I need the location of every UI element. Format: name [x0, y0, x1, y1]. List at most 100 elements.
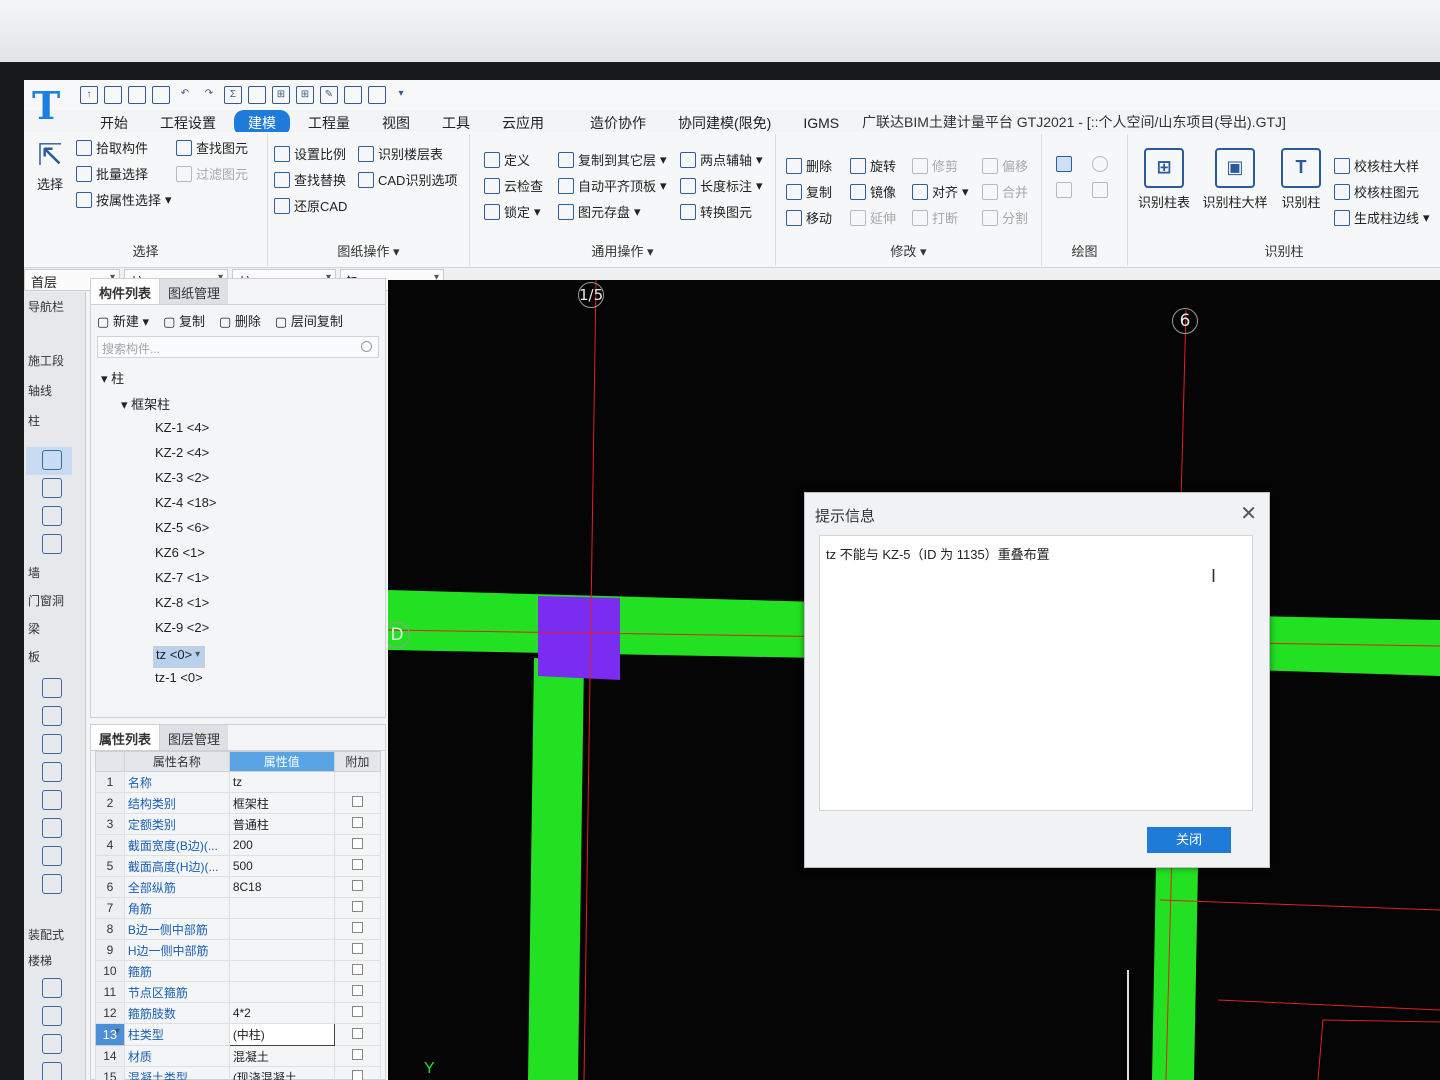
extra-checkbox[interactable] — [351, 964, 363, 975]
report-icon[interactable] — [248, 86, 266, 104]
select-button[interactable]: ⇱ 选择 — [30, 138, 70, 193]
property-row[interactable]: 7 角筋 — [95, 897, 382, 919]
property-row[interactable]: 8 B边一侧中部筋 — [95, 918, 382, 940]
align-button[interactable]: 对齐 ▾ — [912, 182, 969, 201]
more-icon[interactable]: ▾ — [392, 86, 410, 104]
ramp-icon[interactable] — [42, 1006, 62, 1026]
tree-item[interactable]: KZ-5 <6> — [155, 520, 209, 535]
property-row[interactable]: 12 箍筋肢数 4*2 — [95, 1002, 382, 1024]
property-value[interactable] — [228, 939, 335, 961]
recognize-floors-button[interactable]: 识别楼层表 — [358, 144, 443, 163]
extra-checkbox-cell[interactable] — [333, 813, 382, 835]
two-point-axis-button[interactable]: 两点辅轴 ▾ — [680, 150, 763, 169]
nav-item-construction[interactable]: 施工段 — [28, 352, 64, 369]
pick-component-button[interactable]: 拾取构件 — [76, 138, 148, 157]
tree-root-column[interactable]: ▾ 柱 — [101, 368, 124, 387]
property-row[interactable]: 9 H边一侧中部筋 — [95, 939, 382, 961]
mirror-button[interactable]: 镜像 — [850, 182, 896, 201]
tree-item[interactable]: KZ-1 <4> — [155, 420, 209, 435]
extra-checkbox[interactable] — [351, 817, 363, 828]
recognize-column-table-button[interactable]: ⊞ 识别柱表 — [1132, 148, 1196, 211]
copy-button[interactable]: 复制 — [786, 182, 832, 201]
extend-button[interactable]: 延伸 — [850, 208, 896, 227]
extra-checkbox[interactable] — [351, 1006, 363, 1017]
recognize-column-button[interactable]: T 识别柱 — [1278, 148, 1324, 211]
tree-item-selected[interactable]: tz <0> — [153, 646, 206, 668]
extra-checkbox[interactable] — [351, 943, 363, 954]
delete-button[interactable]: 删除 — [786, 156, 832, 175]
set-scale-button[interactable]: 设置比例 — [274, 144, 346, 163]
bracket-icon[interactable] — [42, 874, 62, 894]
nav-item-door-window[interactable]: 门窗洞 — [28, 592, 64, 609]
convert-element-button[interactable]: 转换图元 — [680, 202, 752, 221]
extra-checkbox-cell[interactable] — [333, 981, 382, 1003]
copy-between-floors-button[interactable]: ▢ 层间复制 — [275, 311, 343, 330]
property-value[interactable]: tz — [228, 771, 335, 793]
property-value[interactable]: 混凝土 — [228, 1045, 335, 1067]
property-row[interactable]: 1 名称 tz — [95, 771, 382, 793]
extra-checkbox-cell[interactable] — [333, 876, 382, 898]
extra-checkbox-cell[interactable] — [333, 855, 382, 877]
tree-item[interactable]: KZ-8 <1> — [155, 595, 209, 610]
import-icon[interactable]: ↑ — [80, 86, 98, 104]
sum-icon[interactable]: Σ — [224, 86, 242, 104]
filter-element-button[interactable]: 过滤图元 — [176, 164, 248, 183]
find-element-button[interactable]: 查找图元 — [176, 138, 248, 157]
extra-checkbox-cell[interactable] — [333, 1045, 382, 1067]
extra-checkbox[interactable] — [351, 1070, 363, 1080]
extra-checkbox-cell[interactable] — [333, 1023, 382, 1046]
ruler-icon[interactable] — [344, 86, 362, 104]
grid-icon[interactable]: ⊞ — [296, 86, 314, 104]
extra-checkbox-cell[interactable] — [333, 1066, 382, 1080]
tree-item[interactable]: KZ-3 <2> — [155, 470, 209, 485]
auto-flat-button[interactable]: 自动平齐顶板 ▾ — [558, 176, 667, 195]
offset-button[interactable]: 偏移 — [982, 156, 1028, 175]
tree-item[interactable]: tz-1 <0> — [155, 670, 203, 685]
column-kz-5[interactable] — [538, 596, 620, 680]
copy-to-layer-button[interactable]: 复制到其它层 ▾ — [558, 150, 667, 169]
property-value[interactable] — [228, 897, 335, 919]
nav-item-prefab[interactable]: 装配式 — [28, 926, 64, 943]
property-value[interactable]: 8C18 — [228, 876, 335, 898]
rotate-button[interactable]: 旋转 — [850, 156, 896, 175]
delete-component-button[interactable]: ▢ 删除 — [219, 311, 261, 330]
line-draw-button[interactable] — [1056, 182, 1072, 198]
property-value[interactable]: 普通柱 — [228, 813, 335, 835]
property-row[interactable]: 10 箍筋 — [95, 960, 382, 982]
spiral-icon[interactable] — [42, 1034, 62, 1054]
property-value[interactable]: (现浇混凝土... — [228, 1066, 335, 1080]
point-draw-button[interactable] — [1056, 156, 1072, 172]
tab-drawing-management[interactable]: 图纸管理 — [160, 279, 229, 304]
property-row[interactable]: 3 定额类别 普通柱 — [95, 813, 382, 835]
property-row[interactable]: 5 截面高度(H边)(... 500 — [95, 855, 382, 877]
cap-icon[interactable] — [42, 762, 62, 782]
opening-icon[interactable] — [42, 818, 62, 838]
batch-select-button[interactable]: 批量选择 — [76, 164, 148, 183]
extra-checkbox-cell[interactable] — [333, 897, 382, 919]
landing-icon[interactable] — [42, 1062, 62, 1080]
property-row[interactable]: 4 截面宽度(B边)(... 200 — [95, 834, 382, 856]
extra-checkbox[interactable] — [351, 1027, 363, 1039]
property-value[interactable]: 500 — [228, 855, 335, 877]
define-button[interactable]: 定义 — [484, 150, 530, 169]
extra-checkbox[interactable] — [351, 796, 363, 807]
property-value[interactable]: 4*2 — [228, 1002, 335, 1024]
property-row[interactable]: 13柱类型(中柱) — [95, 1023, 382, 1046]
column-cap-icon[interactable] — [42, 478, 62, 498]
select-by-property-button[interactable]: 按属性选择 ▾ — [76, 190, 172, 209]
tree-item[interactable]: KZ-9 <2> — [155, 620, 209, 635]
tree-item[interactable]: KZ-4 <18> — [155, 495, 216, 510]
extra-checkbox-cell[interactable] — [333, 771, 382, 793]
column-type-icon[interactable] — [42, 450, 62, 470]
property-value[interactable] — [228, 918, 335, 940]
lock-button[interactable]: 锁定 ▾ — [484, 202, 541, 221]
stair-icon[interactable] — [42, 978, 62, 998]
edit-icon[interactable]: ✎ — [320, 86, 338, 104]
cad-options-button[interactable]: CAD识别选项 — [358, 170, 457, 189]
tree-group-frame-column[interactable]: ▾ 框架柱 — [121, 394, 170, 413]
rect-draw-button[interactable] — [1092, 182, 1108, 198]
open-folder-icon[interactable] — [128, 86, 146, 104]
nav-item-slab[interactable]: 板 — [28, 648, 40, 665]
nav-item-stairs[interactable]: 楼梯 — [28, 952, 52, 969]
extra-checkbox[interactable] — [351, 880, 363, 891]
